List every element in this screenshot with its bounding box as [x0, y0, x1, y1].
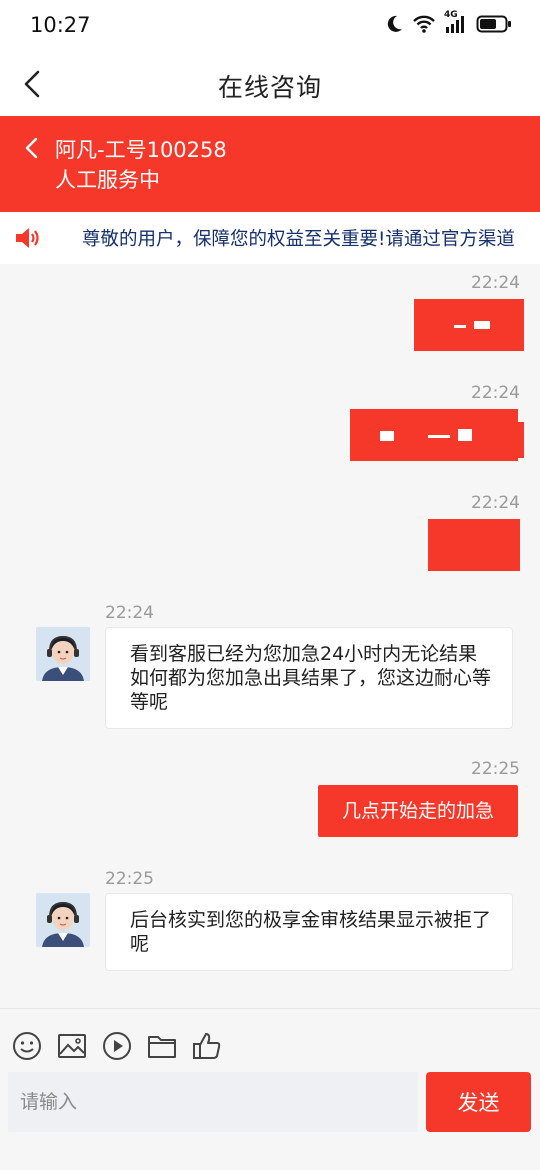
redacted-message [350, 409, 518, 461]
speaker-icon [14, 225, 42, 251]
user-message: 几点开始走的加急 [317, 785, 518, 837]
message-time: 22:24 [471, 493, 520, 513]
nav-bar: 在线咨询 [0, 52, 540, 116]
network-type-label: 4G [444, 10, 458, 20]
folder-icon[interactable] [145, 1029, 179, 1063]
agent-message: 后台核实到您的极享金审核结果显示被拒了呢 [105, 893, 513, 971]
moon-icon [384, 14, 404, 34]
page-title: 在线咨询 [217, 73, 322, 102]
send-button[interactable]: 发送 [426, 1072, 531, 1132]
battery-icon [476, 14, 512, 34]
emoji-icon[interactable] [10, 1029, 44, 1063]
message-time: 22:25 [105, 869, 154, 889]
notice-text: 尊敬的用户，保障您的权益至关重要!请通过官方渠道 [82, 229, 515, 250]
wifi-icon [412, 14, 436, 34]
status-bar: 10:27 4G [0, 0, 540, 52]
thumbs-up-icon[interactable] [190, 1029, 224, 1063]
agent-name: 阿凡-工号100258 [55, 138, 227, 162]
video-icon[interactable] [100, 1029, 134, 1063]
agent-avatar [36, 627, 90, 681]
redacted-message [506, 308, 524, 328]
agent-message: 看到客服已经为您加急24小时内无论结果如何都为您加急出具结果了，您这边耐心等等呢 [105, 627, 513, 729]
notice-bar[interactable]: 尊敬的用户，保障您的权益至关重要!请通过官方渠道 [0, 212, 540, 264]
message-time: 22:24 [471, 383, 520, 403]
redacted-message [428, 519, 520, 571]
message-input[interactable] [8, 1072, 418, 1132]
status-icons: 4G [384, 10, 512, 34]
input-toolbar [0, 1008, 540, 1070]
agent-header: 阿凡-工号100258 人工服务中 [0, 116, 540, 212]
message-time: 22:24 [471, 273, 520, 293]
input-area: 发送 [0, 1070, 540, 1170]
chat-area[interactable]: 22:24 22:24 22:24 22:24 看到客服已经为您加急24小时内无… [0, 264, 540, 1008]
signal-icon: 4G [444, 10, 468, 34]
message-time: 22:24 [105, 603, 154, 623]
agent-avatar [36, 893, 90, 947]
message-time: 22:25 [471, 759, 520, 779]
agent-status: 人工服务中 [55, 168, 160, 192]
chevron-left-icon[interactable] [20, 136, 44, 160]
redacted-message [510, 422, 524, 458]
image-icon[interactable] [55, 1029, 89, 1063]
status-time: 10:27 [30, 13, 91, 37]
